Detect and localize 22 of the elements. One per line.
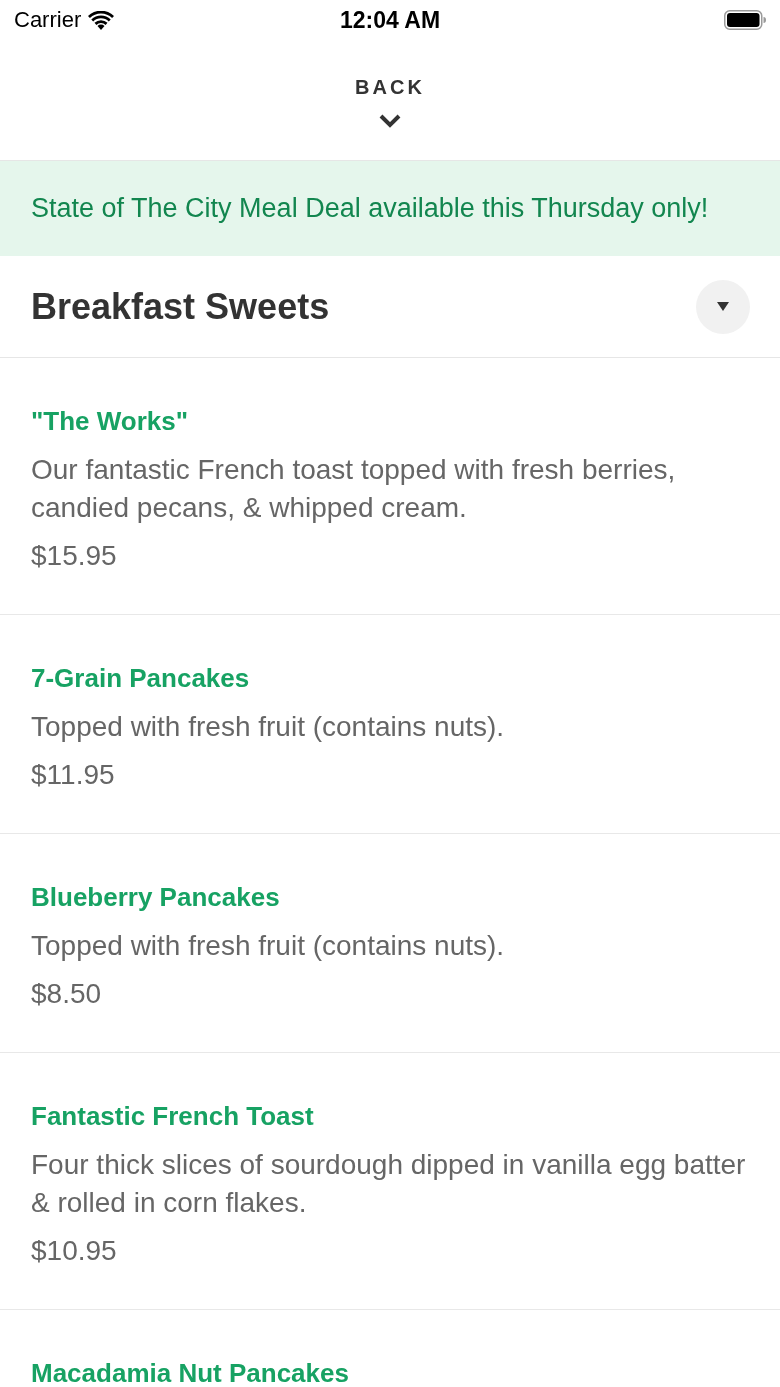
section-title: Breakfast Sweets xyxy=(31,285,330,328)
battery-icon xyxy=(724,10,766,30)
back-button[interactable]: BACK xyxy=(355,76,425,128)
menu-item-price: $15.95 xyxy=(31,539,117,573)
carrier-label: Carrier xyxy=(14,7,82,33)
promo-text: State of The City Meal Deal available this Thursday only! xyxy=(31,193,709,224)
menu-item-name[interactable]: Macadamia Nut Pancakes xyxy=(31,1354,349,1387)
chevron-down-icon xyxy=(379,114,401,128)
clock-time: 12:04 AM xyxy=(339,6,441,34)
menu-item-name[interactable]: Fantastic French Toast xyxy=(31,1097,314,1135)
menu-item-price: $10.95 xyxy=(31,1234,117,1268)
menu-item-price: $8.50 xyxy=(31,977,102,1011)
caret-down-icon xyxy=(717,302,729,311)
menu-item-description: Topped with fresh fruit (contains nuts). xyxy=(31,710,506,744)
menu-item-name[interactable]: 7-Grain Pancakes xyxy=(31,659,250,697)
menu-item-description: Topped with fresh fruit (contains nuts). xyxy=(31,929,506,963)
menu-item-description: Our fantastic French toast topped with fresh berries, candied pecans, & whipped cream. xyxy=(31,453,677,525)
menu-item-name[interactable]: "The Works" xyxy=(31,402,189,440)
wifi-icon xyxy=(88,10,115,30)
menu-item-name[interactable]: Blueberry Pancakes xyxy=(31,878,280,916)
menu-item-description: Four thick slices of sourdough dipped in vanilla egg batter & rolled in corn flakes. xyxy=(31,1148,747,1220)
menu-item-price: $11.95 xyxy=(31,758,115,792)
